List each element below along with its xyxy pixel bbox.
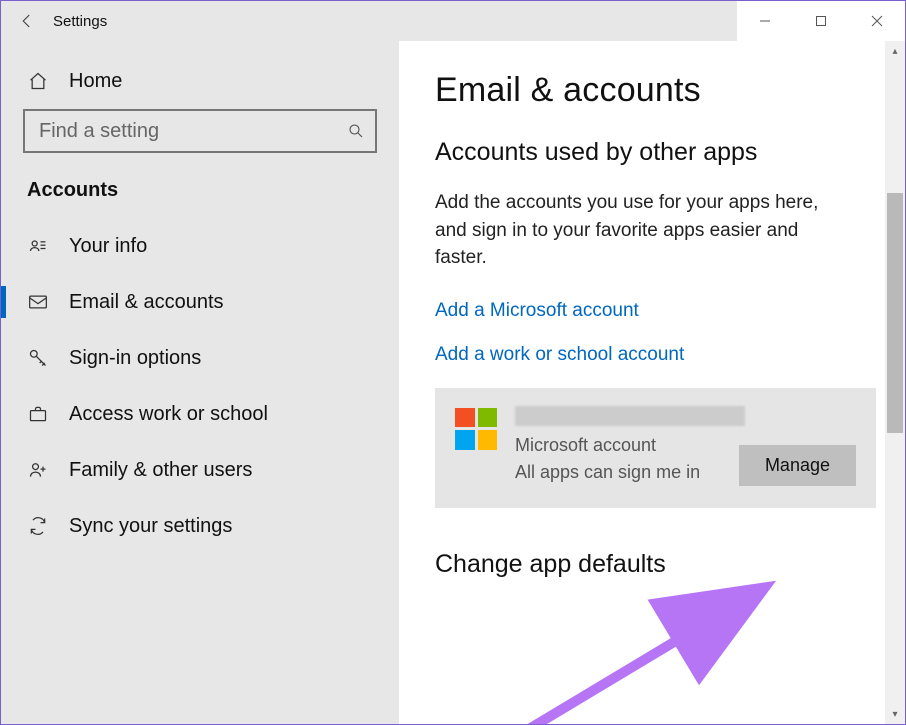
key-icon [27, 347, 49, 369]
next-section-title: Change app defaults [435, 550, 871, 579]
sidebar: Home Accounts Your info [1, 41, 399, 724]
back-button[interactable] [1, 1, 53, 41]
minimize-button[interactable] [737, 1, 793, 41]
home-label: Home [69, 70, 122, 93]
nav-family-users[interactable]: Family & other users [1, 442, 399, 498]
nav-sync-settings[interactable]: Sync your settings [1, 498, 399, 554]
sync-icon [27, 515, 49, 537]
scroll-down-icon[interactable]: ▾ [885, 704, 905, 724]
content: Email & accounts Accounts used by other … [399, 41, 905, 724]
people-plus-icon [27, 459, 49, 481]
home-icon [27, 70, 49, 92]
category-heading: Accounts [1, 165, 399, 218]
home-button[interactable]: Home [1, 53, 399, 109]
settings-window: Settings Home [0, 0, 906, 725]
section-title: Accounts used by other apps [435, 138, 871, 167]
maximize-button[interactable] [793, 1, 849, 41]
nav-signin-options[interactable]: Sign-in options [1, 330, 399, 386]
add-work-school-account-link[interactable]: Add a work or school account [435, 344, 871, 366]
search-input[interactable] [39, 120, 347, 143]
nav-label: Sign-in options [69, 347, 201, 370]
nav-your-info[interactable]: Your info [1, 218, 399, 274]
titlebar: Settings [1, 1, 905, 41]
briefcase-icon [27, 403, 49, 425]
scrollbar[interactable]: ▴ ▾ [885, 41, 905, 724]
nav-label: Your info [69, 235, 147, 258]
section-description: Add the accounts you use for your apps h… [435, 189, 855, 272]
scroll-thumb[interactable] [887, 193, 903, 433]
search-box[interactable] [23, 109, 377, 153]
search-icon [347, 122, 365, 140]
search-wrap [1, 109, 399, 165]
close-button[interactable] [849, 1, 905, 41]
account-email-redacted [515, 406, 745, 426]
nav-label: Email & accounts [69, 291, 224, 314]
nav: Your info Email & accounts Sign-in optio… [1, 218, 399, 554]
mail-icon [27, 291, 49, 313]
nav-label: Access work or school [69, 403, 268, 426]
microsoft-logo-icon [455, 408, 497, 450]
add-microsoft-account-link[interactable]: Add a Microsoft account [435, 300, 871, 322]
nav-label: Sync your settings [69, 515, 232, 538]
content-inner: Email & accounts Accounts used by other … [399, 41, 905, 724]
manage-button[interactable]: Manage [739, 445, 856, 486]
nav-access-work-school[interactable]: Access work or school [1, 386, 399, 442]
window-title: Settings [53, 13, 107, 30]
person-card-icon [27, 235, 49, 257]
window-controls [737, 1, 905, 41]
body: Home Accounts Your info [1, 41, 905, 724]
nav-label: Family & other users [69, 459, 252, 482]
scroll-up-icon[interactable]: ▴ [885, 41, 905, 61]
nav-email-accounts[interactable]: Email & accounts [1, 274, 399, 330]
scroll-track[interactable] [885, 61, 905, 704]
account-card[interactable]: Microsoft account All apps can sign me i… [435, 388, 876, 508]
page-title: Email & accounts [435, 71, 871, 110]
